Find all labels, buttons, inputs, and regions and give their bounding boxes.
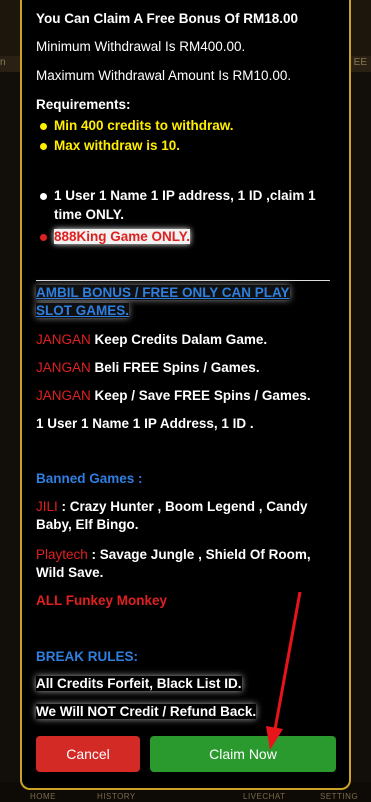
arrow-shaft [272, 591, 302, 736]
arrow-head [266, 726, 283, 750]
arrow-icon [266, 591, 302, 750]
